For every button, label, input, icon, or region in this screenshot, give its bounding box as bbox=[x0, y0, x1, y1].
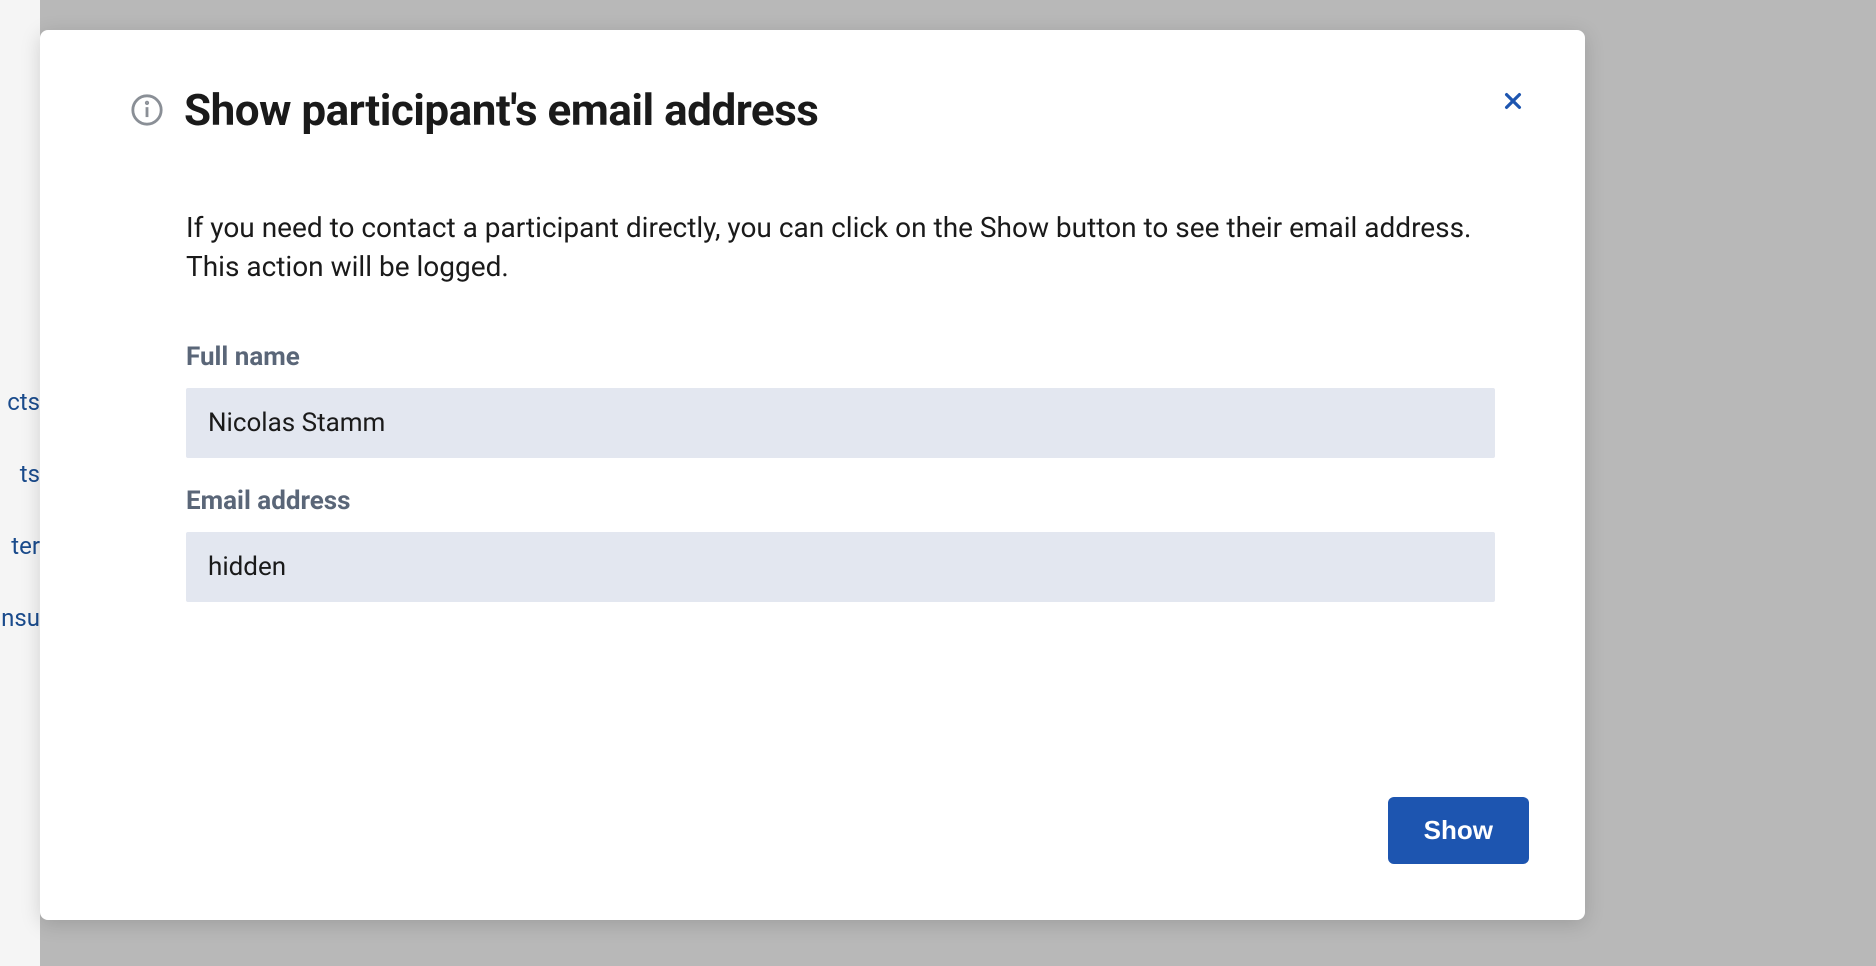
field-full-name: Full name Nicolas Stamm bbox=[186, 342, 1495, 458]
modal-description: If you need to contact a participant dir… bbox=[186, 208, 1495, 286]
show-button[interactable]: Show bbox=[1388, 797, 1529, 864]
full-name-label: Full name bbox=[186, 342, 1495, 372]
email-value: hidden bbox=[186, 532, 1495, 602]
field-email: Email address hidden bbox=[186, 486, 1495, 602]
info-icon bbox=[130, 93, 164, 127]
email-label: Email address bbox=[186, 486, 1495, 516]
modal-dialog: Show participant's email address If you … bbox=[40, 30, 1585, 920]
full-name-value: Nicolas Stamm bbox=[186, 388, 1495, 458]
close-button[interactable] bbox=[1497, 86, 1529, 118]
sidebar-item-partial: ts bbox=[0, 452, 40, 496]
backdrop-sidebar: cts ts ter nsu bbox=[0, 0, 40, 966]
modal-body: If you need to contact a participant dir… bbox=[40, 136, 1585, 797]
sidebar-item-partial: nsu bbox=[0, 596, 40, 640]
sidebar-item-partial: cts bbox=[0, 380, 40, 424]
close-icon bbox=[1502, 90, 1524, 115]
sidebar-item-partial: ter bbox=[0, 524, 40, 568]
modal-header: Show participant's email address bbox=[40, 30, 1585, 136]
modal-title: Show participant's email address bbox=[184, 84, 818, 136]
modal-footer: Show bbox=[40, 797, 1585, 920]
